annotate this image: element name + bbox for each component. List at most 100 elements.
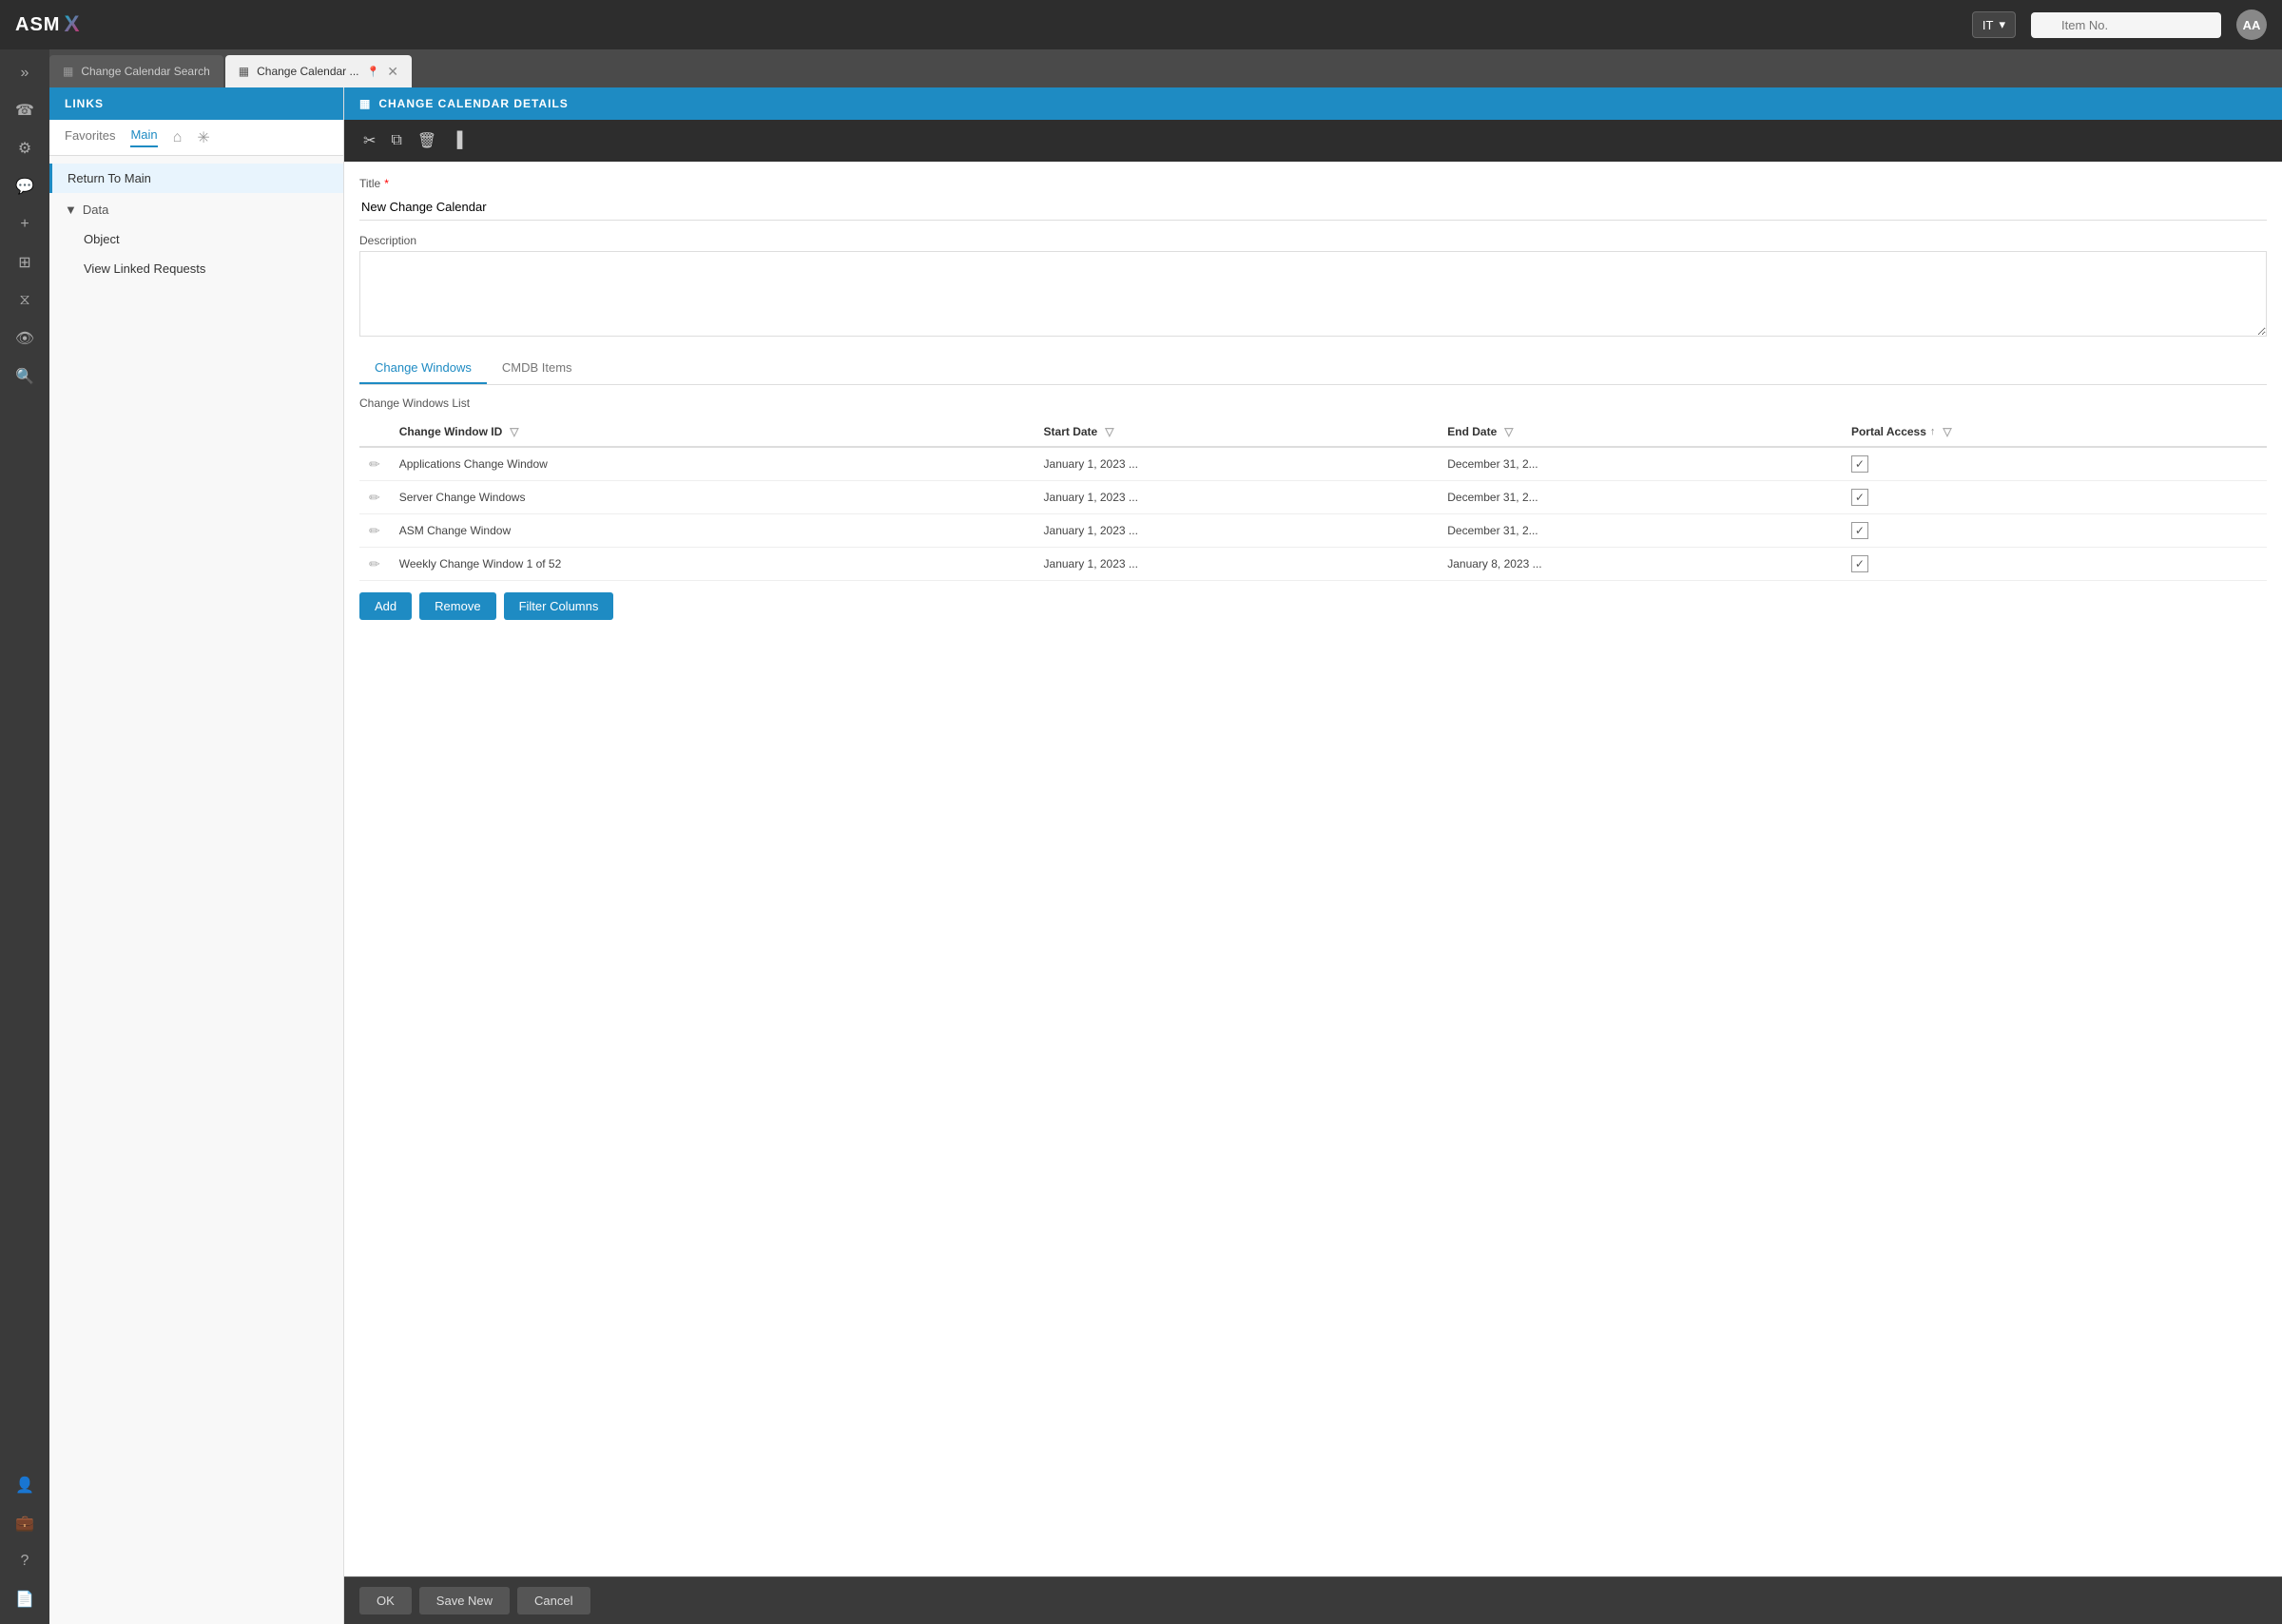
- edit-cell-3[interactable]: ✏: [359, 514, 390, 548]
- links-content: Return To Main ▼ Data Object View Linked…: [49, 156, 343, 291]
- tab-pin-icon[interactable]: 📍: [367, 66, 380, 78]
- portal-access-checkbox-3[interactable]: ✓: [1851, 522, 1868, 539]
- global-search-wrapper: 🔍: [2031, 12, 2221, 38]
- tenant-dropdown-icon: ▾: [1999, 17, 2005, 32]
- end-date-cell-2: December 31, 2...: [1438, 481, 1842, 514]
- tab-change-calendar-search[interactable]: ▦ Change Calendar Search: [49, 55, 223, 87]
- title-required-marker: *: [384, 177, 389, 190]
- logo-x-text: X: [64, 11, 80, 38]
- description-label: Description: [359, 234, 2267, 247]
- top-navigation: ASM X IT ▾ 🔍 AA: [0, 0, 2282, 49]
- tab-close-button[interactable]: ✕: [387, 64, 398, 80]
- logo-asm-text: ASM: [15, 14, 60, 36]
- change-windows-table: Change Window ID ▽ Start Date ▽: [359, 417, 2267, 581]
- ok-button[interactable]: OK: [359, 1587, 412, 1614]
- sidebar-icon-help[interactable]: ?: [8, 1544, 42, 1578]
- tenant-selector[interactable]: IT ▾: [1972, 11, 2016, 38]
- sort-portal-access-icon[interactable]: ↑: [1930, 426, 1936, 437]
- sidebar-icon-person-search[interactable]: 👤: [8, 1468, 42, 1502]
- sidebar-icon-eye[interactable]: 👁: [8, 321, 42, 356]
- details-body: Title * Description Change Windows CMDB …: [344, 162, 2282, 1576]
- links-asterisk-icon[interactable]: ✳: [197, 128, 209, 147]
- links-home-icon[interactable]: ⌂: [173, 129, 183, 146]
- filter-columns-button[interactable]: Filter Columns: [504, 592, 614, 620]
- inner-tab-bar: Change Windows CMDB Items: [359, 353, 2267, 385]
- tab-label-2: Change Calendar ...: [257, 65, 358, 78]
- links-tab-favorites[interactable]: Favorites: [65, 128, 115, 146]
- table-label: Change Windows List: [359, 396, 2267, 410]
- links-sub-item-view-linked-requests[interactable]: View Linked Requests: [49, 254, 343, 283]
- table-row: ✏ Weekly Change Window 1 of 52 January 1…: [359, 548, 2267, 581]
- start-date-cell-4: January 1, 2023 ...: [1035, 548, 1439, 581]
- links-sub-item-object[interactable]: Object: [49, 224, 343, 254]
- app-logo: ASM X: [15, 11, 80, 38]
- portal-access-cell-3: ✓: [1842, 514, 2267, 548]
- sidebar-icon-chat[interactable]: 💬: [8, 169, 42, 203]
- global-search-input[interactable]: [2031, 12, 2221, 38]
- sidebar-icon-briefcase[interactable]: 💼: [8, 1506, 42, 1540]
- portal-access-cell-2: ✓: [1842, 481, 2267, 514]
- filter-portal-access-icon[interactable]: ▽: [1943, 425, 1951, 438]
- main-layout: LINKS Favorites Main ⌂ ✳ Return To Main …: [49, 87, 2282, 1624]
- section-label: Data: [83, 203, 108, 217]
- tab-label-1: Change Calendar Search: [81, 65, 209, 78]
- sidebar-icon-search[interactable]: 🔍: [8, 359, 42, 394]
- links-panel: LINKS Favorites Main ⌂ ✳ Return To Main …: [49, 87, 344, 1624]
- portal-access-checkbox-2[interactable]: ✓: [1851, 489, 1868, 506]
- edit-cell-1[interactable]: ✏: [359, 447, 390, 481]
- table-row: ✏ ASM Change Window January 1, 2023 ... …: [359, 514, 2267, 548]
- tab-icon-1: ▦: [63, 65, 73, 78]
- expand-sidebar-button[interactable]: »: [13, 57, 37, 89]
- change-window-id-cell-4: Weekly Change Window 1 of 52: [390, 548, 1035, 581]
- end-date-cell-3: December 31, 2...: [1438, 514, 1842, 548]
- details-panel: ▦ CHANGE CALENDAR DETAILS ✂ ⧉ 🗑 ▐ Title …: [344, 87, 2282, 1624]
- inner-tab-change-windows[interactable]: Change Windows: [359, 353, 487, 384]
- inner-tab-cmdb-items[interactable]: CMDB Items: [487, 353, 588, 384]
- chart-tool-button[interactable]: ▐: [448, 128, 466, 153]
- start-date-cell-2: January 1, 2023 ...: [1035, 481, 1439, 514]
- table-header-row: Change Window ID ▽ Start Date ▽: [359, 417, 2267, 447]
- tab-bar: ▦ Change Calendar Search ▦ Change Calend…: [0, 49, 2282, 87]
- filter-start-date-icon[interactable]: ▽: [1105, 425, 1113, 438]
- delete-tool-button[interactable]: 🗑: [414, 127, 440, 154]
- edit-cell-2[interactable]: ✏: [359, 481, 390, 514]
- section-expand-icon: ▼: [65, 203, 77, 217]
- links-tab-main[interactable]: Main: [130, 127, 157, 147]
- links-header: LINKS: [49, 87, 343, 120]
- links-section-data[interactable]: ▼ Data: [49, 195, 343, 224]
- pin-tool-button[interactable]: ✂: [359, 127, 379, 154]
- details-header-title: CHANGE CALENDAR DETAILS: [378, 97, 568, 110]
- col-end-date: End Date ▽: [1438, 417, 1842, 447]
- save-new-button[interactable]: Save New: [419, 1587, 510, 1614]
- tab-change-calendar-detail[interactable]: ▦ Change Calendar ... 📍 ✕: [225, 55, 412, 87]
- avatar[interactable]: AA: [2236, 10, 2267, 40]
- filter-change-window-id-icon[interactable]: ▽: [510, 425, 518, 438]
- sidebar-icon-gear[interactable]: ⚙: [8, 131, 42, 165]
- portal-access-checkbox-4[interactable]: ✓: [1851, 555, 1868, 572]
- end-date-cell-4: January 8, 2023 ...: [1438, 548, 1842, 581]
- description-textarea[interactable]: [359, 251, 2267, 337]
- tenant-label: IT: [1982, 18, 1994, 32]
- sidebar-icon-filter[interactable]: ⧖: [8, 283, 42, 318]
- sidebar-icon-plus[interactable]: +: [8, 207, 42, 242]
- copy-tool-button[interactable]: ⧉: [387, 128, 405, 153]
- end-date-cell-1: December 31, 2...: [1438, 447, 1842, 481]
- tab-icon-2: ▦: [239, 65, 249, 78]
- edit-cell-4[interactable]: ✏: [359, 548, 390, 581]
- remove-button[interactable]: Remove: [419, 592, 495, 620]
- sidebar-icon-document[interactable]: 📄: [8, 1582, 42, 1616]
- sidebar-icon-phone[interactable]: ☎: [8, 93, 42, 127]
- col-start-date: Start Date ▽: [1035, 417, 1439, 447]
- filter-end-date-icon[interactable]: ▽: [1504, 425, 1513, 438]
- sidebar-icon-grid[interactable]: ⊞: [8, 245, 42, 280]
- title-input[interactable]: [359, 194, 2267, 221]
- portal-access-checkbox-1[interactable]: ✓: [1851, 455, 1868, 473]
- links-item-return-to-main[interactable]: Return To Main: [49, 164, 343, 193]
- sidebar-icon-bar: » ☎ ⚙ 💬 + ⊞ ⧖ 👁 🔍 👤 💼 ? 📄: [0, 49, 49, 1624]
- change-window-id-cell-3: ASM Change Window: [390, 514, 1035, 548]
- add-button[interactable]: Add: [359, 592, 412, 620]
- table-row: ✏ Applications Change Window January 1, …: [359, 447, 2267, 481]
- cancel-button[interactable]: Cancel: [517, 1587, 590, 1614]
- footer-bar: OK Save New Cancel: [344, 1576, 2282, 1624]
- title-form-group: Title *: [359, 177, 2267, 221]
